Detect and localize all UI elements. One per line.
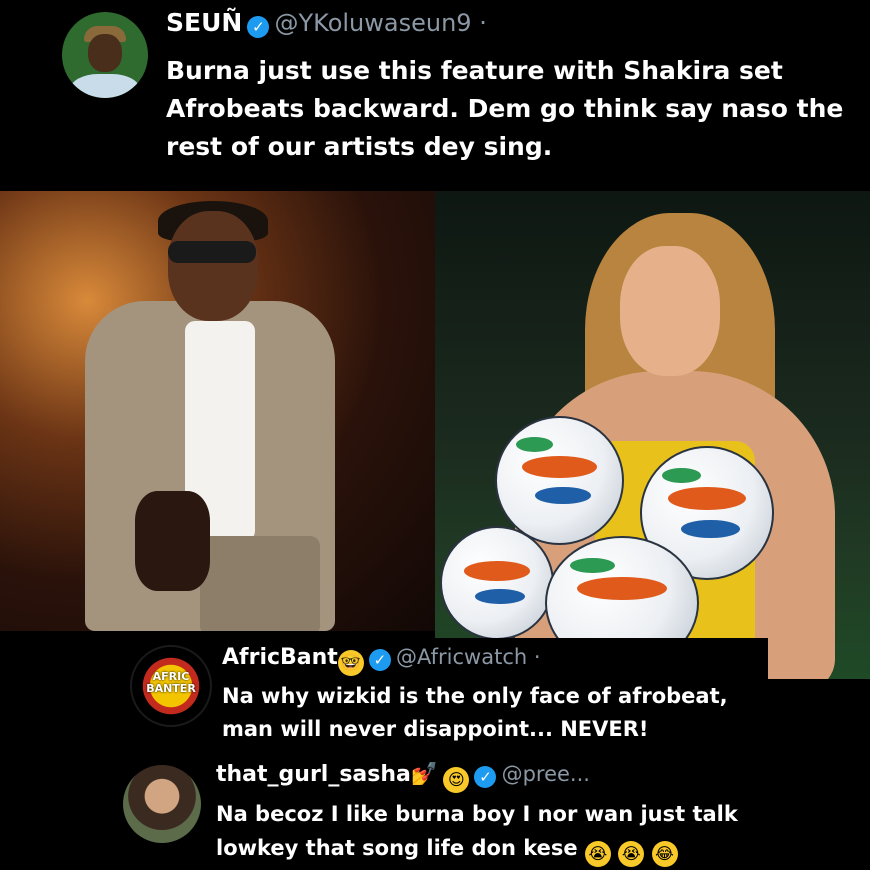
- crying-face-icon: 😭: [618, 841, 645, 867]
- crying-face-icon: 😭: [584, 841, 611, 867]
- reply-author-name[interactable]: that_gurl_sasha: [216, 762, 411, 787]
- verified-badge-icon: ✓: [368, 648, 391, 671]
- tweet-author-handle[interactable]: @YKoluwaseun9 ·: [275, 9, 487, 37]
- nerd-face-icon: 🤓: [337, 650, 364, 676]
- reply-text: Na becoz I like burna boy I nor wan just…: [216, 797, 806, 867]
- tweet-image-right[interactable]: [435, 191, 870, 679]
- laughing-face-icon: 😂: [651, 841, 678, 867]
- reply-header: AfricBant 🤓 ✓ @Africwatch ·: [222, 645, 541, 676]
- avatar-logo-text: AFRIC BANTER: [146, 670, 196, 695]
- reply-text: Na why wizkid is the only face of afrobe…: [222, 684, 728, 741]
- tweet-header: SEUÑ ✓ @YKoluwaseun9 ·: [166, 8, 487, 38]
- tweet-author-avatar[interactable]: [62, 12, 148, 98]
- heart-eyes-icon: 😍: [443, 767, 470, 793]
- verified-badge-icon: ✓: [247, 15, 270, 38]
- reply-header: that_gurl_sasha💅 😍 ✓ @pree...: [216, 762, 590, 793]
- nail-polish-icon: 💅: [410, 762, 439, 787]
- reply-author-handle[interactable]: @pree...: [502, 762, 590, 786]
- verified-badge-icon: ✓: [474, 765, 497, 788]
- reply-author-avatar[interactable]: [123, 765, 201, 843]
- reply-author-handle[interactable]: @Africwatch ·: [396, 645, 541, 669]
- reply-author-name[interactable]: AfricBant: [222, 645, 338, 670]
- tweet-author-name[interactable]: SEUÑ: [166, 8, 242, 37]
- tweet-image-left[interactable]: [0, 191, 435, 631]
- tweet-text: Burna just use this feature with Shakira…: [166, 56, 844, 161]
- reply-author-avatar[interactable]: AFRIC BANTER: [130, 645, 212, 727]
